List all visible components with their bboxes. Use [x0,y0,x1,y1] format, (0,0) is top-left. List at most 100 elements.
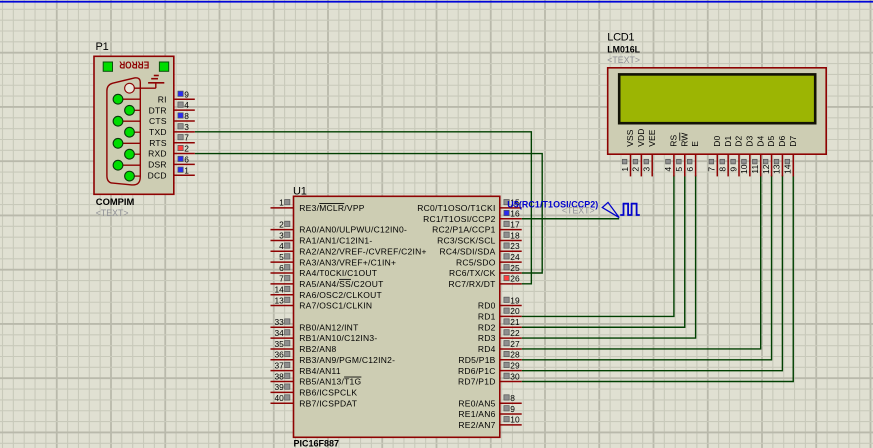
svg-text:CTS: CTS [149,116,167,126]
svg-text:9: 9 [728,167,738,172]
svg-text:E: E [690,141,700,147]
svg-text:11: 11 [750,165,760,174]
svg-text:VEE: VEE [647,129,657,147]
svg-text:RD3: RD3 [478,333,496,343]
svg-text:7: 7 [184,133,189,143]
svg-text:5: 5 [279,252,284,262]
svg-text:29: 29 [510,360,520,370]
svg-text:<TEXT>: <TEXT> [607,55,640,65]
svg-text:36: 36 [274,350,284,360]
svg-text:ERROR: ERROR [119,59,149,71]
svg-text:D5: D5 [766,136,776,147]
svg-text:14: 14 [274,285,284,295]
svg-text:1: 1 [279,198,284,208]
svg-text:33: 33 [274,317,284,327]
svg-text:D2: D2 [734,136,744,147]
svg-text:37: 37 [274,360,284,370]
svg-text:TXD: TXD [149,127,167,137]
svg-text:9: 9 [510,404,515,414]
svg-text:12: 12 [761,164,771,174]
svg-text:RA0/AN0/ULPWU/C12IN0-: RA0/AN0/ULPWU/C12IN0- [299,225,407,235]
svg-text:RB4/AN11: RB4/AN11 [299,366,341,376]
svg-text:P1: P1 [96,41,109,53]
svg-text:RI: RI [158,94,167,104]
svg-text:RD4: RD4 [478,344,496,354]
svg-text:RB5/AN13/T1G: RB5/AN13/T1G [299,377,361,387]
svg-text:D6: D6 [777,136,787,147]
svg-text:RB7/ICSPDAT: RB7/ICSPDAT [299,398,357,408]
svg-text:5: 5 [674,167,684,172]
svg-text:D0: D0 [712,136,722,147]
svg-text:10: 10 [510,415,520,425]
svg-text:RC5/SDO: RC5/SDO [456,257,496,267]
svg-text:RE2/AN7: RE2/AN7 [458,420,495,430]
svg-text:4: 4 [184,100,189,110]
svg-text:RB2/AN8: RB2/AN8 [299,344,336,354]
svg-text:16: 16 [510,209,520,219]
svg-text:8: 8 [184,111,189,121]
svg-text:D7: D7 [788,136,798,147]
svg-text:8: 8 [510,393,515,403]
svg-text:3: 3 [642,167,652,172]
svg-text:4: 4 [663,167,673,172]
svg-text:14: 14 [783,164,793,174]
svg-text:RA3/AN3/VREF+/C1IN+: RA3/AN3/VREF+/C1IN+ [299,257,396,267]
svg-text:RE1/AN6: RE1/AN6 [458,409,495,419]
svg-text:RA5/AN4/SS/C2OUT: RA5/AN4/SS/C2OUT [299,279,383,289]
svg-text:18: 18 [510,230,520,240]
svg-text:20: 20 [510,306,520,316]
svg-text:39: 39 [274,382,284,392]
svg-text:13: 13 [274,295,284,305]
svg-text:RE0/AN5: RE0/AN5 [458,398,495,408]
svg-text:8: 8 [717,167,727,172]
svg-text:34: 34 [274,328,284,338]
svg-text:30: 30 [510,371,520,381]
svg-text:26: 26 [510,274,520,284]
svg-text:<TEXT>: <TEXT> [96,208,129,218]
svg-text:6: 6 [685,167,695,172]
svg-text:DCD: DCD [148,170,167,180]
svg-text:DSR: DSR [148,160,167,170]
svg-text:3: 3 [184,122,189,132]
svg-text:VSS: VSS [625,129,635,147]
svg-text:1: 1 [620,167,630,172]
svg-text:D3: D3 [744,136,754,147]
svg-text:RA2/AN2/VREF-/CVREF/C2IN+: RA2/AN2/VREF-/CVREF/C2IN+ [299,246,426,256]
svg-text:RD6/P1C: RD6/P1C [458,366,496,376]
svg-text:RTS: RTS [149,138,167,148]
svg-text:2: 2 [631,167,641,172]
svg-text:<TEXT>: <TEXT> [562,206,595,216]
svg-text:RC2/P1A/CCP1: RC2/P1A/CCP1 [432,225,495,235]
svg-text:28: 28 [510,350,520,360]
svg-text:PIC16F887: PIC16F887 [294,438,340,448]
svg-text:U1: U1 [293,186,307,198]
svg-text:LCD1: LCD1 [607,31,634,43]
svg-text:7: 7 [707,167,717,172]
svg-text:COMPIM: COMPIM [96,196,135,207]
svg-text:RD7/P1D: RD7/P1D [458,377,496,387]
svg-text:6: 6 [279,263,284,273]
svg-text:RW: RW [679,133,689,147]
svg-text:D4: D4 [755,136,765,147]
svg-text:25: 25 [510,263,520,273]
svg-text:RB1/AN10/C12IN3-: RB1/AN10/C12IN3- [299,333,377,343]
svg-text:23: 23 [510,241,520,251]
svg-text:RA4/T0CKI/C1OUT: RA4/T0CKI/C1OUT [299,268,377,278]
svg-text:3: 3 [279,230,284,240]
svg-text:24: 24 [510,252,520,262]
svg-text:RC3/SCK/SCL: RC3/SCK/SCL [437,236,496,246]
svg-text:35: 35 [274,339,284,349]
svg-text:17: 17 [510,219,520,229]
svg-text:RC4/SDI/SDA: RC4/SDI/SDA [439,246,495,256]
svg-text:10: 10 [739,164,749,174]
svg-text:21: 21 [510,317,520,327]
svg-text:7: 7 [279,274,284,284]
svg-text:RA1/AN1/C12IN1-: RA1/AN1/C12IN1- [299,236,372,246]
svg-text:RXD: RXD [148,149,167,159]
svg-text:4: 4 [279,241,284,251]
svg-text:2: 2 [184,144,189,154]
svg-text:LM016L: LM016L [607,45,640,55]
svg-text:RE3/MCLR/VPP: RE3/MCLR/VPP [299,203,364,213]
svg-text:1: 1 [184,165,189,175]
svg-text:RD2: RD2 [478,322,496,332]
